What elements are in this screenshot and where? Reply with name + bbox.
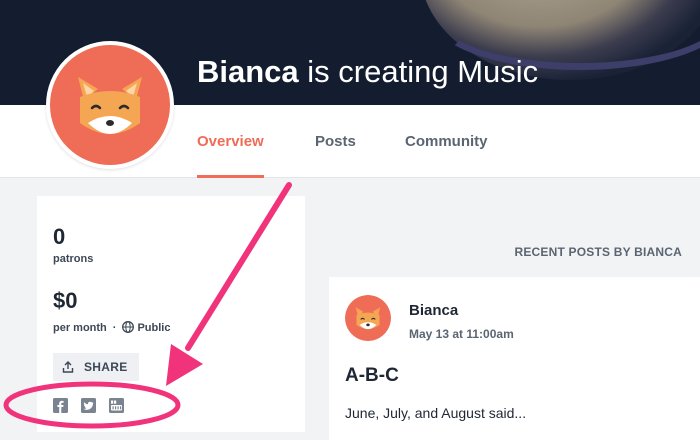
youtube-icon[interactable] (109, 398, 124, 413)
patrons-count: 0 (53, 224, 66, 249)
creator-avatar[interactable] (46, 41, 174, 169)
page-title: Bianca is creating Music (197, 54, 538, 90)
earnings-meta: per month · Public (53, 321, 170, 334)
tab-posts[interactable]: Posts (315, 133, 356, 178)
visibility-label: Public (137, 322, 171, 334)
earnings-amount: $0 (53, 288, 78, 313)
globe-icon (122, 321, 135, 333)
post-author-avatar[interactable] (345, 295, 391, 341)
facebook-icon[interactable] (53, 398, 68, 413)
recent-posts-heading: RECENT POSTS BY BIANCA (514, 245, 682, 259)
patrons-label: patrons (53, 253, 94, 265)
fox-avatar-icon (50, 45, 170, 165)
share-icon (62, 361, 74, 373)
creator-name: Bianca (197, 54, 299, 89)
post-excerpt: June, July, and August said... (345, 405, 527, 421)
post-title[interactable]: A-B-C (345, 365, 399, 387)
creator-stats-card: 0 patrons $0 per month · Public SHARE (37, 196, 305, 432)
post-date[interactable]: May 13 at 11:00am (409, 327, 514, 341)
share-label: SHARE (84, 360, 128, 374)
twitter-icon[interactable] (81, 398, 96, 413)
social-links (53, 398, 124, 413)
share-button[interactable]: SHARE (53, 353, 139, 381)
tab-overview[interactable]: Overview (197, 133, 264, 178)
title-suffix: is creating Music (307, 54, 539, 89)
tab-community[interactable]: Community (405, 133, 488, 178)
fox-avatar-icon (345, 295, 391, 341)
post-card[interactable]: Bianca May 13 at 11:00am A-B-C June, Jul… (329, 277, 700, 440)
separator-dot: · (112, 322, 117, 334)
post-author[interactable]: Bianca (409, 302, 458, 319)
earnings-period: per month (53, 322, 107, 334)
